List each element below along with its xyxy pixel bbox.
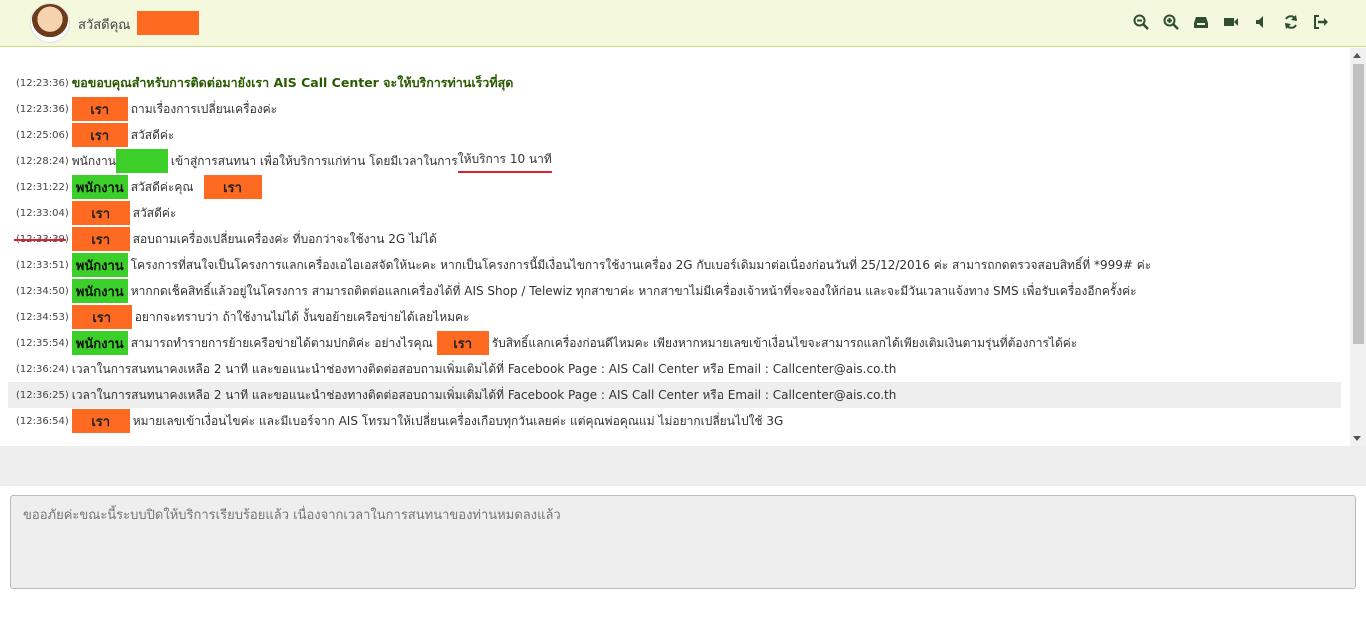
timestamp: (12:36:54) (16, 415, 69, 427)
agent-name-redacted (115, 149, 168, 173)
sender-tag-me: เรา (71, 409, 130, 433)
timestamp: (12:23:36) (16, 77, 69, 89)
chat-message: (12:36:54) เรา หมายเลขเข้าเงื่อนไขค่ะ แล… (8, 408, 1341, 434)
message-text-continued: รับสิทธิ์แลกเครื่องก่อนดีไหมคะ เพียงหากห… (491, 335, 1078, 350)
chat-message: (12:25:06) เรา สวัสดีค่ะ (8, 122, 1341, 148)
sender-tag-agent: พนักงาน (71, 331, 128, 355)
logout-icon[interactable] (1312, 13, 1330, 31)
inbox-icon[interactable] (1192, 13, 1210, 31)
zoom-out-icon[interactable] (1132, 13, 1150, 31)
timestamp-red-underline (14, 239, 66, 241)
chat-message: (12:35:54) พนักงาน สามารถทำรายการย้ายเคร… (8, 330, 1341, 356)
message-input[interactable] (10, 495, 1356, 589)
message-list: (12:23:36) ขอขอบคุณสำหรับการติดต่อมายังเ… (8, 70, 1341, 434)
message-text: หากกดเช็คสิทธิ์แล้วอยู่ในโครงการ สามารถต… (130, 283, 1137, 298)
message-text: เข้าสู่การสนทนา เพื่อให้บริการแก่ท่าน โด… (170, 153, 458, 168)
chat-message: (12:34:53) เรา อยากจะทราบว่า ถ้าใช้งานไม… (8, 304, 1341, 330)
timestamp: (12:36:24) (16, 363, 69, 375)
timestamp: (12:23:36) (16, 103, 69, 115)
chat-message-highlighted: (12:36:25) เวลาในการสนทนาคงเหลือ 2 นาที … (8, 382, 1341, 408)
chat-message: (12:33:04) เรา สวัสดีค่ะ (8, 200, 1341, 226)
scroll-up-arrow-icon[interactable] (1353, 53, 1361, 58)
chat-message: (12:23:36) ขอขอบคุณสำหรับการติดต่อมายังเ… (8, 70, 1341, 96)
message-text: ถามเรื่องการเปลี่ยนเครื่องค่ะ (130, 101, 278, 116)
scroll-thumb[interactable] (1353, 64, 1364, 344)
refresh-icon[interactable] (1282, 13, 1300, 31)
message-text: สอบถามเครื่องเปลี่ยนเครื่องค่ะ ที่บอกว่า… (132, 231, 437, 246)
timestamp: (12:31:22) (16, 181, 69, 193)
system-message-text: เวลาในการสนทนาคงเหลือ 2 นาที และขอแนะนำช… (71, 361, 897, 376)
scroll-down-arrow-icon[interactable] (1353, 436, 1361, 441)
sender-tag-agent: พนักงาน (71, 279, 128, 303)
chat-message: (12:33:51) พนักงาน โครงการที่สนใจเป็นโคร… (8, 252, 1341, 278)
timestamp: (12:33:04) (16, 207, 69, 219)
timestamp: (12:36:25) (16, 389, 69, 401)
timestamp: (12:33:51) (16, 259, 69, 271)
sender-tag-me: เรา (71, 123, 128, 147)
message-text: สวัสดีค่ะ (132, 205, 177, 220)
zoom-in-icon[interactable] (1162, 13, 1180, 31)
system-message-text: ขอขอบคุณสำหรับการติดต่อมายังเรา AIS Call… (71, 75, 514, 90)
chat-message: (12:31:22) พนักงาน สวัสดีค่ะคุณ เรา (8, 174, 1341, 200)
message-text: อยากจะทราบว่า ถ้าใช้งานไม่ได้ งั้นขอย้าย… (134, 309, 470, 324)
agent-join-prefix: พนักงาน (71, 153, 116, 168)
chat-message: (12:33:39) เรา สอบถามเครื่องเปลี่ยนเครื่… (8, 226, 1341, 252)
message-text: สามารถทำรายการย้ายเครือข่ายได้ตามปกติค่ะ… (130, 335, 433, 350)
chat-scrollbar[interactable] (1350, 48, 1366, 446)
chat-message: (12:36:24) เวลาในการสนทนาคงเหลือ 2 นาที … (8, 356, 1341, 382)
sender-tag-me: เรา (71, 305, 132, 329)
service-duration-highlight: ให้บริการ 10 นาที (457, 150, 552, 173)
chat-message: (12:23:36) เรา ถามเรื่องการเปลี่ยนเครื่อ… (8, 96, 1341, 122)
timestamp: (12:25:06) (16, 129, 69, 141)
message-text: สวัสดีค่ะคุณ (130, 179, 194, 194)
sender-tag-me: เรา (203, 175, 262, 199)
sender-tag-me: เรา (436, 331, 489, 355)
message-text: โครงการที่สนใจเป็นโครงการแลกเครื่องเอไอเ… (130, 257, 1152, 272)
timestamp: (12:34:53) (16, 311, 69, 323)
volume-icon[interactable] (1252, 13, 1270, 31)
user-avatar (30, 3, 70, 43)
sender-tag-me: เรา (71, 201, 130, 225)
toolbar (1132, 13, 1330, 31)
timestamp: (12:35:54) (16, 337, 69, 349)
chat-message: (12:28:24) พนักงาน เข้าสู่การสนทนา เพื่อ… (8, 148, 1341, 174)
message-text: หมายเลขเข้าเงื่อนไขค่ะ และมีเบอร์จาก AIS… (132, 413, 784, 428)
timestamp: (12:28:24) (16, 155, 69, 167)
video-camera-icon[interactable] (1222, 13, 1240, 31)
sender-tag-agent: พนักงาน (71, 253, 128, 277)
greeting-text: สวัสดีคุณ (78, 18, 131, 33)
system-message-text: เวลาในการสนทนาคงเหลือ 2 นาที และขอแนะนำช… (71, 387, 897, 402)
sender-tag-me: เรา (71, 97, 128, 121)
chat-log[interactable]: (12:23:36) ขอขอบคุณสำหรับการติดต่อมายังเ… (0, 48, 1366, 446)
divider-band (0, 446, 1366, 486)
sender-tag-agent: พนักงาน (71, 175, 128, 199)
chat-message: (12:34:50) พนักงาน หากกดเช็คสิทธิ์แล้วอย… (8, 278, 1341, 304)
timestamp: (12:34:50) (16, 285, 69, 297)
user-name-redacted (137, 11, 199, 35)
message-text: สวัสดีค่ะ (130, 127, 175, 142)
sender-tag-me: เรา (71, 227, 130, 251)
chat-header: สวัสดีคุณ (0, 0, 1366, 47)
